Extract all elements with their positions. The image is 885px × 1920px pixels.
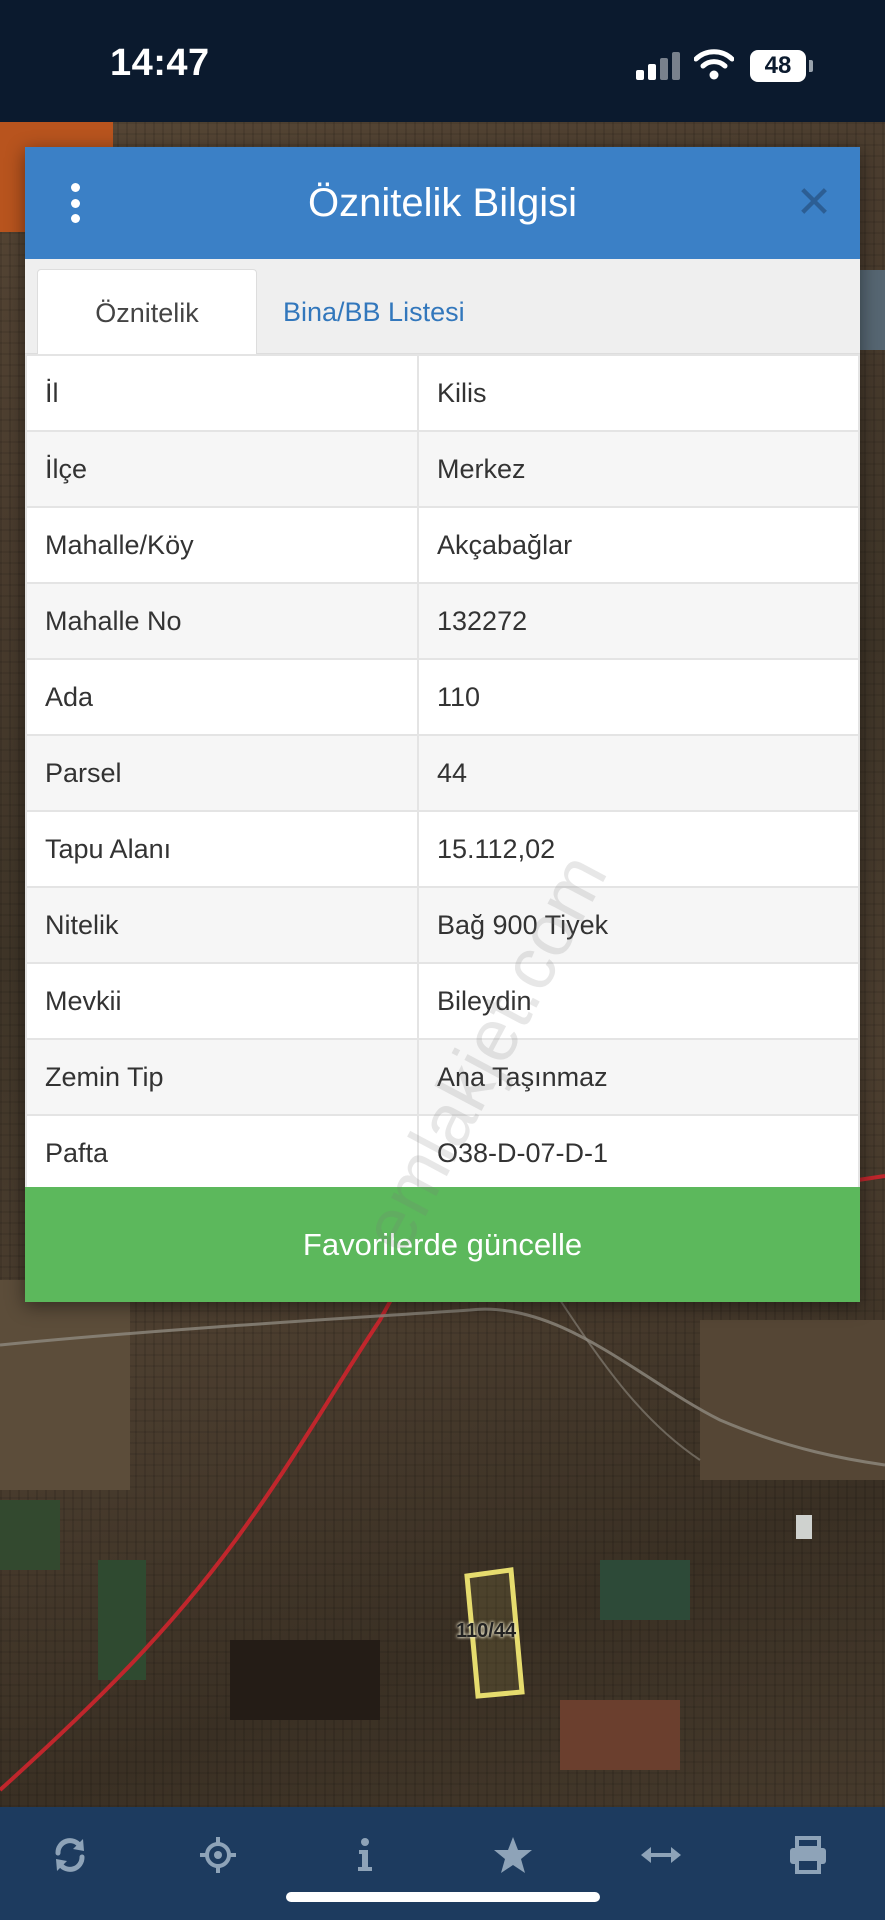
table-row: Tapu Alanı 15.112,02 bbox=[25, 810, 860, 888]
attribute-key: Pafta bbox=[25, 1114, 419, 1192]
table-row: Pafta O38-D-07-D-1 bbox=[25, 1114, 860, 1192]
modal-tabs: Öznitelik Bilgisi Bina/BB Listesi bbox=[25, 259, 860, 414]
attribute-info-modal: Öznitelik Bilgisi ✕ Öznitelik Bilgisi Bi… bbox=[25, 147, 860, 1302]
attribute-value: Merkez bbox=[417, 430, 860, 508]
attribute-value: Ana Taşınmaz bbox=[417, 1038, 860, 1116]
attribute-value: Kilis bbox=[417, 354, 860, 432]
battery-level: 48 bbox=[764, 52, 792, 79]
parcel-label: 110/44 bbox=[456, 1620, 517, 1642]
attribute-value: Akçabağlar bbox=[417, 506, 860, 584]
attribute-value: 132272 bbox=[417, 582, 860, 660]
table-row: Zemin Tip Ana Taşınmaz bbox=[25, 1038, 860, 1116]
attribute-value: 15.112,02 bbox=[417, 810, 860, 888]
tab-bina-bb-listesi[interactable]: Bina/BB Listesi bbox=[263, 269, 485, 355]
modal-header: Öznitelik Bilgisi ✕ bbox=[25, 147, 860, 259]
table-row: Mahalle/Köy Akçabağlar bbox=[25, 506, 860, 584]
measure-icon[interactable] bbox=[631, 1825, 691, 1885]
attribute-key: Mahalle No bbox=[25, 582, 419, 660]
status-time: 14:47 bbox=[110, 42, 210, 84]
attribute-key: Mahalle/Köy bbox=[25, 506, 419, 584]
attribute-value: 44 bbox=[417, 734, 860, 812]
attribute-key: İl bbox=[25, 354, 419, 432]
table-row: Mevkii Bileydin bbox=[25, 962, 860, 1040]
attribute-key: Zemin Tip bbox=[25, 1038, 419, 1116]
map-road bbox=[857, 1174, 885, 1182]
modal-title: Öznitelik Bilgisi bbox=[308, 181, 577, 225]
favorites-star-icon[interactable] bbox=[483, 1825, 543, 1885]
table-row: Ada 110 bbox=[25, 658, 860, 736]
attribute-key: Parsel bbox=[25, 734, 419, 812]
battery-icon: 48 bbox=[750, 50, 813, 82]
map-track bbox=[559, 1299, 701, 1461]
attribute-key: Nitelik bbox=[25, 886, 419, 964]
close-icon[interactable]: ✕ bbox=[794, 181, 834, 225]
attribute-key: Mevkii bbox=[25, 962, 419, 1040]
table-row: İl Kilis bbox=[25, 354, 860, 432]
status-bar: 14:47 48 bbox=[0, 0, 885, 122]
attribute-key: Ada bbox=[25, 658, 419, 736]
bottom-toolbar bbox=[0, 1807, 885, 1920]
table-row: İlçe Merkez bbox=[25, 430, 860, 508]
update-favorites-button[interactable]: Favorilerde güncelle bbox=[25, 1187, 860, 1302]
table-row: Nitelik Bağ 900 Tiyek bbox=[25, 886, 860, 964]
wifi-icon bbox=[694, 49, 734, 80]
attribute-value: Bağ 900 Tiyek bbox=[417, 886, 860, 964]
refresh-icon[interactable] bbox=[40, 1825, 100, 1885]
table-row: Parsel 44 bbox=[25, 734, 860, 812]
more-vertical-icon[interactable] bbox=[55, 177, 95, 229]
home-indicator[interactable] bbox=[286, 1892, 600, 1902]
attribute-value: O38-D-07-D-1 bbox=[417, 1114, 860, 1192]
attribute-key: Tapu Alanı bbox=[25, 810, 419, 888]
table-row: Mahalle No 132272 bbox=[25, 582, 860, 660]
attribute-table: İl Kilis İlçe Merkez Mahalle/Köy Akçabağlar… bbox=[25, 354, 860, 1192]
attribute-value: Bileydin bbox=[417, 962, 860, 1040]
locate-icon[interactable] bbox=[188, 1825, 248, 1885]
map-road bbox=[0, 1264, 412, 1792]
tab-oznitelik-bilgisi[interactable]: Öznitelik Bilgisi bbox=[37, 269, 257, 414]
print-icon[interactable] bbox=[778, 1825, 838, 1885]
attribute-value: 110 bbox=[417, 658, 860, 736]
info-icon[interactable] bbox=[335, 1825, 395, 1885]
map-track bbox=[0, 1307, 885, 1467]
cellular-signal-icon bbox=[636, 52, 680, 80]
attribute-key: İlçe bbox=[25, 430, 419, 508]
